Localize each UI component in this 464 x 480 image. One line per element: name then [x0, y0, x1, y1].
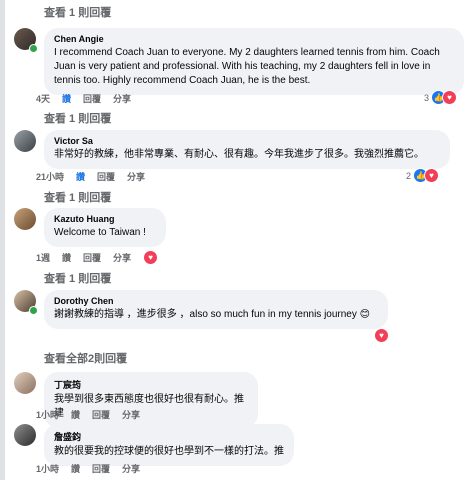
comment-text: 非常好的教練，他非常專業、有耐心、很有趣。今年我進步了很多。我強烈推薦它。 — [54, 149, 424, 160]
reply-button[interactable]: 回覆 — [83, 251, 101, 264]
reactions[interactable]: 3 👍 ♥ — [424, 90, 458, 105]
comment-author[interactable]: Chen Angie — [54, 34, 454, 44]
comment-actions: 4天 讚 回覆 分享 — [36, 92, 131, 105]
share-button[interactable]: 分享 — [127, 170, 145, 183]
comment-text-body: 謝謝教練的指導 ，進步很多 ，also so much fun in my te… — [54, 309, 357, 320]
comment-actions: 1小時 讚 回覆 分享 — [36, 462, 140, 475]
smile-emoji-icon: 😊 — [359, 309, 371, 320]
view-replies-link[interactable]: 查看 1 則回覆 — [44, 189, 111, 205]
comment-time[interactable]: 1週 — [36, 251, 50, 264]
view-replies-link[interactable]: 查看 1 則回覆 — [44, 110, 111, 126]
comment-time[interactable]: 1小時 — [36, 462, 59, 475]
reply-button[interactable]: 回覆 — [92, 462, 110, 475]
view-replies-link[interactable]: 查看 1 則回覆 — [44, 270, 111, 286]
comment-bubble: Chen Angie I recommend Coach Juan to eve… — [44, 28, 464, 95]
comment-author[interactable]: 詹盛鈞 — [54, 430, 284, 443]
comment-actions: 1小時 讚 回覆 分享 — [36, 408, 140, 421]
like-button[interactable]: 讚 — [62, 251, 71, 264]
avatar[interactable] — [14, 208, 36, 230]
comment-text: 謝謝教練的指導 ，進步很多 ，also so much fun in my te… — [54, 308, 378, 322]
online-status-icon — [29, 306, 38, 315]
share-button[interactable]: 分享 — [113, 251, 131, 264]
reaction-count: 2 — [406, 170, 412, 181]
online-status-icon — [29, 44, 38, 53]
reply-button[interactable]: 回覆 — [97, 170, 115, 183]
comment-text: Welcome to Taiwan ! — [54, 227, 146, 238]
love-reaction-icon: ♥ — [442, 90, 458, 105]
view-all-replies-link[interactable]: 查看全部2則回覆 — [44, 350, 127, 366]
thread-line — [0, 0, 5, 480]
share-button[interactable]: 分享 — [113, 92, 131, 105]
comment-text: 教的很要我的控球便的很好也學到不一樣的打法。推 — [54, 446, 284, 457]
share-button[interactable]: 分享 — [122, 408, 140, 421]
comment-time[interactable]: 4天 — [36, 92, 50, 105]
comment-time[interactable]: 1小時 — [36, 408, 59, 421]
comment-author[interactable]: 丁宸筠 — [54, 378, 248, 391]
avatar[interactable] — [14, 130, 36, 152]
like-button[interactable]: 讚 — [76, 170, 85, 183]
comment-actions: 1週 讚 回覆 分享 ♥ — [36, 250, 159, 265]
comment-author[interactable]: Kazuto Huang — [54, 214, 156, 224]
love-reaction-icon[interactable]: ♥ — [143, 250, 159, 265]
comment-bubble: Victor Sa 非常好的教練，他非常專業、有耐心、很有趣。今年我進步了很多。… — [44, 130, 450, 169]
share-button[interactable]: 分享 — [122, 462, 140, 475]
love-reaction-icon: ♥ — [374, 328, 389, 343]
comment-author[interactable]: Victor Sa — [54, 136, 440, 146]
comment-text: I recommend Coach Juan to everyone. My 2… — [54, 47, 440, 86]
view-replies-link[interactable]: 查看 1 則回覆 — [44, 4, 111, 20]
comment-author[interactable]: Dorothy Chen — [54, 296, 378, 306]
love-reaction-icon: ♥ — [424, 168, 440, 183]
like-button[interactable]: 讚 — [71, 462, 80, 475]
like-button[interactable]: 讚 — [62, 92, 71, 105]
reply-button[interactable]: 回覆 — [92, 408, 110, 421]
reactions[interactable]: ♥ — [374, 328, 389, 343]
comment-bubble: Dorothy Chen 謝謝教練的指導 ，進步很多 ，also so much… — [44, 290, 388, 329]
reply-button[interactable]: 回覆 — [83, 92, 101, 105]
like-button[interactable]: 讚 — [71, 408, 80, 421]
comment-bubble: Kazuto Huang Welcome to Taiwan ! — [44, 208, 166, 247]
reaction-count: 3 — [424, 92, 430, 103]
avatar[interactable] — [14, 372, 36, 394]
comment-time[interactable]: 21小時 — [36, 170, 64, 183]
reactions[interactable]: 2 👍 ♥ — [406, 168, 440, 183]
comment-actions: 21小時 讚 回覆 分享 — [36, 170, 145, 183]
comment-bubble: 詹盛鈞 教的很要我的控球便的很好也學到不一樣的打法。推 — [44, 424, 294, 466]
avatar[interactable] — [14, 424, 36, 446]
